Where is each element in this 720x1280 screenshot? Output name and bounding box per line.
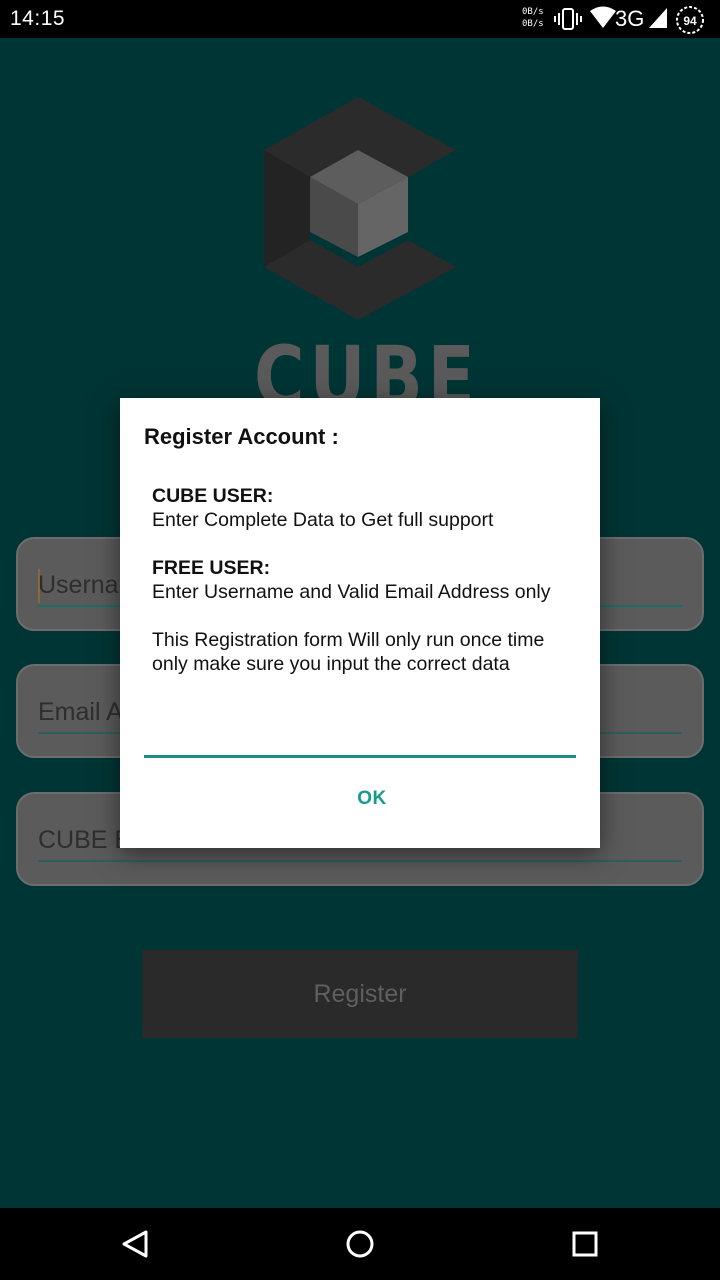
dialog-input-underline[interactable] bbox=[144, 755, 576, 758]
net-up: 0B/s bbox=[522, 7, 544, 17]
cube-logo-icon bbox=[248, 92, 464, 327]
home-icon[interactable] bbox=[340, 1224, 380, 1264]
dialog-message: CUBE USER: Enter Complete Data to Get fu… bbox=[152, 484, 572, 700]
back-icon[interactable] bbox=[116, 1224, 156, 1264]
register-account-dialog: Register Account : CUBE USER: Enter Comp… bbox=[120, 398, 600, 848]
registration-note: This Registration form Will only run onc… bbox=[152, 629, 545, 675]
dialog-title: Register Account : bbox=[144, 424, 339, 449]
net-down: 0B/s bbox=[522, 19, 544, 29]
cube-id-placeholder: CUBE B bbox=[38, 826, 132, 854]
recents-icon[interactable] bbox=[565, 1224, 605, 1264]
network-speed: 0B/s 0B/s bbox=[522, 6, 544, 30]
navigation-bar bbox=[0, 1208, 720, 1280]
free-user-heading: FREE USER: bbox=[152, 557, 271, 579]
free-user-text: Enter Username and Valid Email Address o… bbox=[152, 581, 551, 603]
status-time: 14:15 bbox=[10, 7, 66, 30]
network-type: 3G bbox=[615, 6, 645, 31]
ok-button[interactable]: OK bbox=[336, 788, 408, 812]
cube-user-heading: CUBE USER: bbox=[152, 485, 274, 507]
username-placeholder: Userna bbox=[38, 571, 119, 599]
wifi-icon bbox=[589, 6, 617, 35]
vibrate-icon bbox=[554, 6, 582, 37]
battery-icon: 94 bbox=[675, 5, 705, 40]
cube-id-underline bbox=[38, 860, 682, 862]
email-placeholder: Email A bbox=[38, 698, 123, 726]
battery-level: 94 bbox=[683, 14, 697, 28]
register-button[interactable]: Register bbox=[142, 950, 578, 1038]
status-bar: 14:15 0B/s 0B/s 3G 94 bbox=[0, 0, 720, 38]
cube-user-text: Enter Complete Data to Get full support bbox=[152, 509, 494, 531]
signal-icon bbox=[648, 6, 668, 35]
